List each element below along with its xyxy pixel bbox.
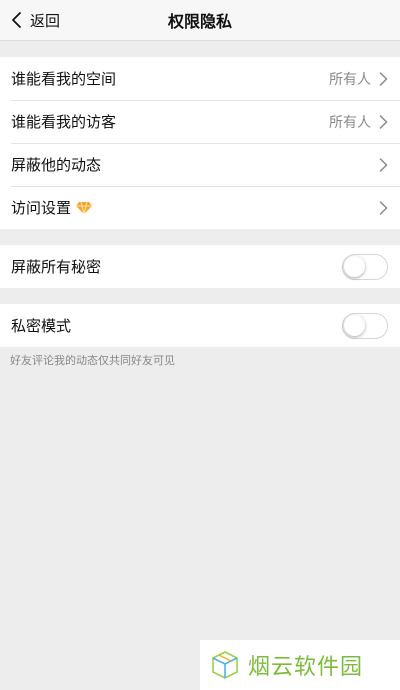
who-can-see-visitors-row[interactable]: 谁能看我的访客 所有人	[0, 100, 400, 143]
toggle-knob	[344, 255, 365, 277]
diamond-icon	[76, 201, 93, 214]
access-settings-row[interactable]: 访问设置	[0, 186, 400, 229]
private-mode-hint: 好友评论我的动态仅共同好友可见	[10, 354, 175, 367]
access-settings-label: 访问设置	[11, 199, 72, 217]
who-can-see-space-value: 所有人	[329, 71, 371, 88]
private-mode-toggle[interactable]	[342, 312, 388, 339]
block-all-secrets-label: 屏蔽所有秘密	[11, 258, 102, 276]
block-secrets-group: 屏蔽所有秘密	[0, 245, 400, 288]
who-can-see-visitors-value: 所有人	[329, 114, 371, 131]
chevron-right-icon	[379, 114, 388, 129]
privacy-settings-group: 谁能看我的空间 所有人 谁能看我的访客 所有人 屏蔽他的动态 访问设置	[0, 57, 400, 229]
navigation-bar: 返回 权限隐私	[0, 0, 400, 41]
private-mode-group: 私密模式	[0, 304, 400, 347]
access-settings-label-wrap: 访问设置	[11, 197, 379, 218]
block-all-secrets-toggle[interactable]	[342, 253, 388, 280]
chevron-right-icon	[379, 71, 388, 86]
who-can-see-space-label: 谁能看我的空间	[11, 70, 117, 88]
private-mode-label: 私密模式	[11, 317, 72, 335]
block-all-secrets-row: 屏蔽所有秘密	[0, 245, 400, 288]
chevron-right-icon	[379, 200, 388, 215]
block-their-feed-label: 屏蔽他的动态	[11, 156, 102, 174]
watermark-text: 烟云软件园	[248, 655, 364, 680]
block-their-feed-row[interactable]: 屏蔽他的动态	[0, 143, 400, 186]
watermark: 烟云软件园	[200, 640, 400, 690]
toggle-knob	[344, 314, 365, 336]
who-can-see-space-row[interactable]: 谁能看我的空间 所有人	[0, 57, 400, 100]
cube-logo-icon	[212, 651, 238, 679]
page-title: 权限隐私	[167, 12, 232, 31]
who-can-see-visitors-label: 谁能看我的访客	[11, 113, 117, 131]
private-mode-row: 私密模式	[0, 304, 400, 347]
chevron-right-icon	[379, 157, 388, 172]
